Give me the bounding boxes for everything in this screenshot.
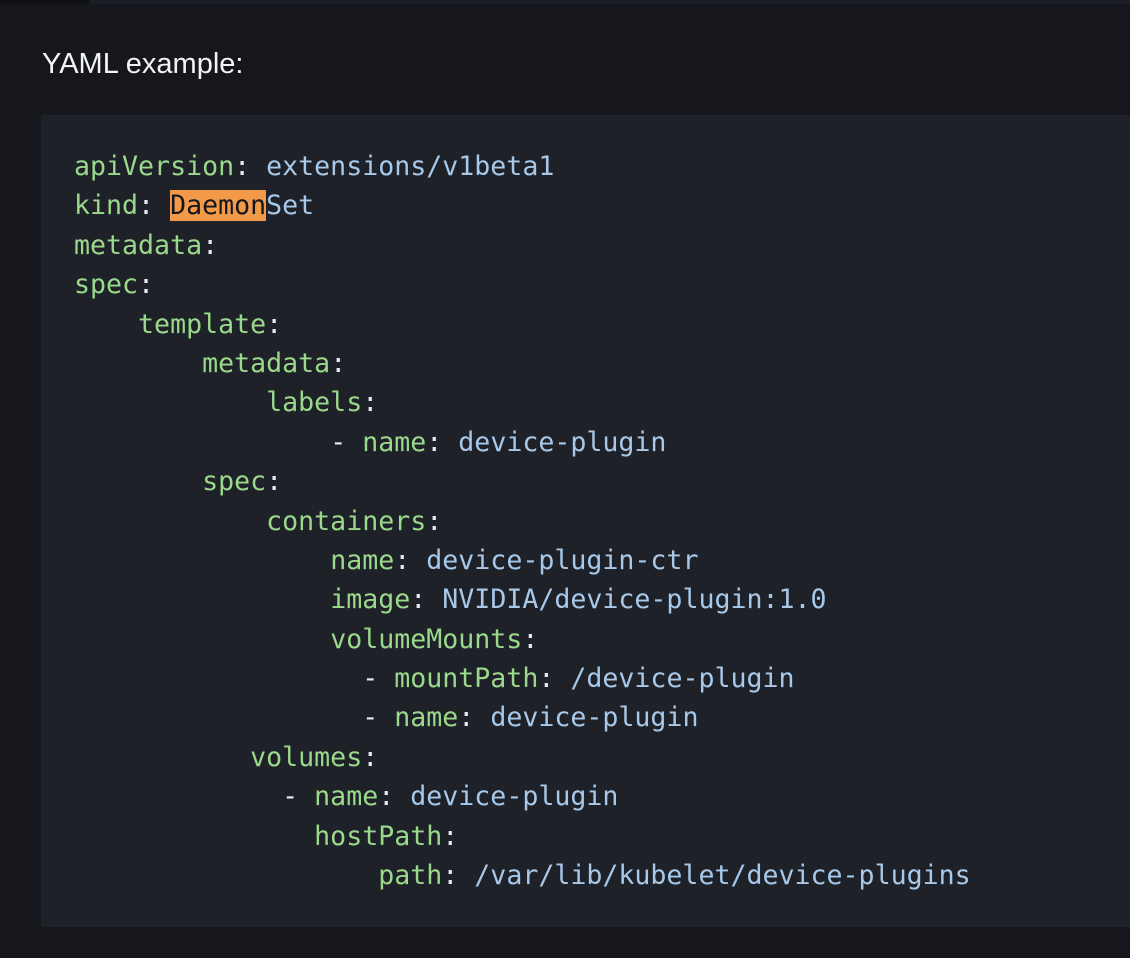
yaml-separator: : [202,229,219,261]
code-line: - name: device-plugin [74,423,1130,462]
yaml-value: /device-plugin [570,663,795,695]
yaml-separator: : [458,702,491,734]
yaml-key: name [394,702,459,734]
yaml-list-dash: - [362,663,395,695]
yaml-value: device-plugin-ctr [426,544,699,576]
yaml-separator: : [442,860,475,892]
yaml-separator: : [442,820,459,852]
code-line: path: /var/lib/kubelet/device-plugins [74,856,1130,895]
yaml-separator: : [138,269,155,301]
yaml-list-dash: - [330,426,363,458]
yaml-key: labels [266,387,363,419]
yaml-separator: : [426,505,443,537]
yaml-separator: : [378,781,411,813]
yaml-key: apiVersion [74,151,235,182]
code-line: hostPath: [74,817,1130,856]
yaml-separator: : [394,544,427,576]
yaml-key: kind [74,190,139,222]
yaml-key: spec [202,466,267,498]
code-line: apiVersion: extensions/v1beta1 [74,147,1130,186]
yaml-key: name [314,781,379,813]
yaml-separator: : [266,308,283,340]
yaml-code-block[interactable]: apiVersion: extensions/v1beta1 kind: Daem… [41,115,1130,927]
yaml-key: volumeMounts [330,623,523,655]
yaml-value: Set [266,190,315,222]
yaml-separator: : [522,623,539,655]
code-line: kind: DaemonSet [74,186,1130,225]
code-line: containers: [74,502,1130,541]
code-line: volumes: [74,738,1130,777]
yaml-value: NVIDIA/device-plugin:1.0 [442,584,827,616]
yaml-separator: : [426,426,459,458]
yaml-key: name [330,544,395,576]
yaml-value: device-plugin [410,781,619,813]
code-content[interactable]: apiVersion: extensions/v1beta1 kind: Daem… [74,147,1130,895]
yaml-key: metadata [202,347,331,379]
yaml-separator: : [410,584,443,616]
yaml-separator: : [362,387,379,419]
code-line: image: NVIDIA/device-plugin:1.0 [74,580,1130,619]
yaml-separator: : [362,741,379,773]
code-line: - name: device-plugin [74,777,1130,816]
yaml-separator: : [538,663,571,695]
yaml-key: template [138,308,267,340]
code-line: labels: [74,383,1130,422]
yaml-value: /var/lib/kubelet/device-plugins [474,860,971,892]
yaml-separator: : [330,347,347,379]
yaml-key: volumes [250,741,363,773]
yaml-value: device-plugin [458,426,667,458]
code-line: metadata: [74,344,1130,383]
yaml-key: name [362,426,427,458]
search-highlight: Daemon [170,190,267,222]
yaml-separator: : [234,151,267,182]
code-line: - mountPath: /device-plugin [74,659,1130,698]
code-line: name: device-plugin-ctr [74,541,1130,580]
code-line: template: [74,305,1130,344]
code-line: volumeMounts: [74,620,1130,659]
yaml-key: image [330,584,411,616]
yaml-key: spec [74,269,139,301]
yaml-key: metadata [74,229,203,261]
yaml-key: mountPath [394,663,539,695]
yaml-value: extensions/v1beta1 [266,151,555,182]
yaml-list-dash: - [362,702,395,734]
yaml-list-dash: - [282,781,315,813]
code-line: metadata: [74,226,1130,265]
code-line: spec: [74,265,1130,304]
section-heading: YAML example: [42,48,244,80]
yaml-separator: : [138,190,171,222]
yaml-key: containers [266,505,427,537]
yaml-value: device-plugin [490,702,699,734]
yaml-key: hostPath [314,820,443,852]
code-line: spec: [74,462,1130,501]
yaml-key: path [378,860,443,892]
code-line: - name: device-plugin [74,698,1130,737]
yaml-separator: : [266,466,283,498]
